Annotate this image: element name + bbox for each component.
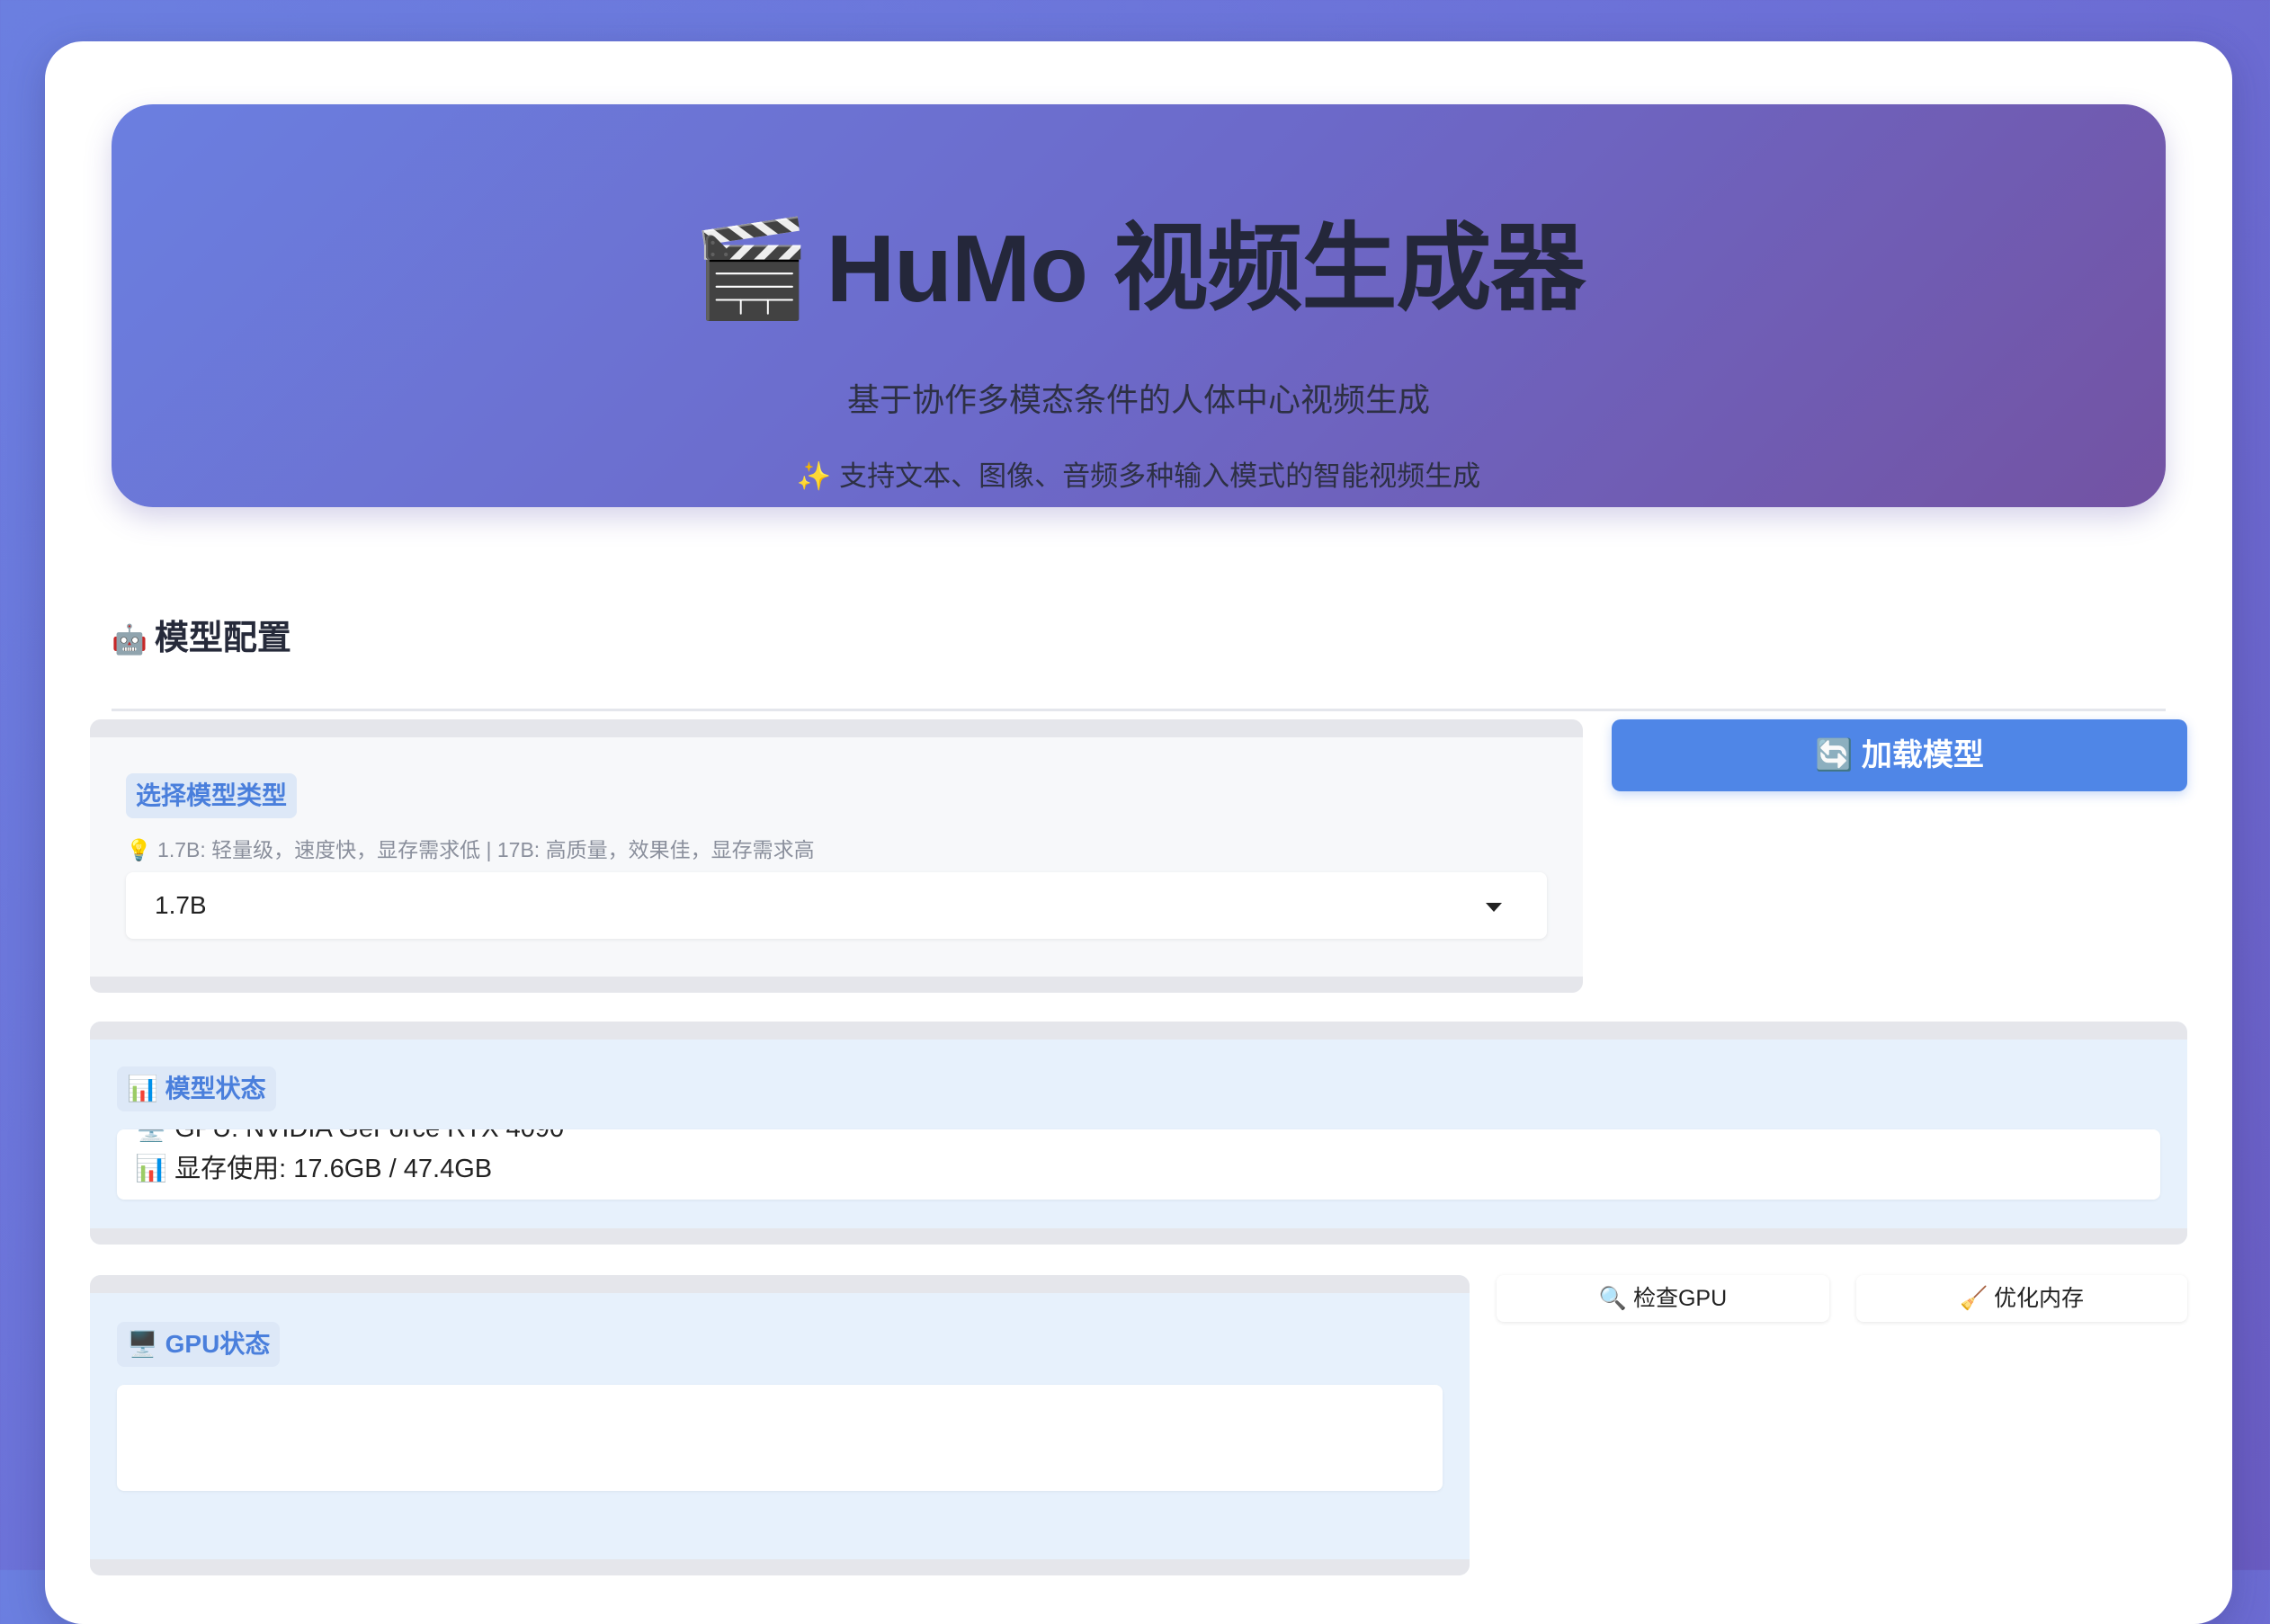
- page-description: ✨ 支持文本、图像、音频多种输入模式的智能视频生成: [796, 460, 1481, 492]
- check-gpu-button[interactable]: 🔍 检查GPU: [1497, 1275, 1829, 1322]
- model-type-select[interactable]: 1.7B: [126, 872, 1547, 939]
- chevron-down-icon: [1486, 903, 1502, 912]
- panel-top-bar: [90, 719, 1583, 737]
- status-line-gpu: 🖥️ GPU: NVIDIA GeForce RTX 4090: [135, 1129, 564, 1144]
- model-type-label: 选择模型类型: [126, 773, 298, 818]
- panel-top-bar: [90, 1022, 2187, 1040]
- main-container: 🎬 HuMo 视频生成器 基于协作多模态条件的人体中心视频生成 ✨ 支持文本、图像…: [45, 41, 2232, 1624]
- gpu-status-panel: 🖥️ GPU状态: [90, 1275, 1470, 1575]
- gpu-status-label: 🖥️ GPU状态: [117, 1322, 281, 1367]
- model-type-hint: 💡 1.7B: 轻量级，速度快，显存需求低 | 17B: 高质量，效果佳，显存需…: [126, 838, 815, 861]
- model-type-selected-value: 1.7B: [155, 891, 207, 919]
- model-status-panel: 📊 模型状态 🖥️ GPU: NVIDIA GeForce RTX 4090 📊…: [90, 1022, 2187, 1245]
- panel-top-bar: [90, 1275, 1470, 1293]
- status-line-memory: 📊 显存使用: 17.6GB / 47.4GB: [135, 1155, 493, 1183]
- panel-bottom-bar: [90, 977, 1583, 993]
- header-banner: 🎬 HuMo 视频生成器 基于协作多模态条件的人体中心视频生成 ✨ 支持文本、图像…: [112, 104, 2166, 507]
- robot-icon: 🤖: [112, 623, 147, 656]
- model-type-panel: 选择模型类型 💡 1.7B: 轻量级，速度快，显存需求低 | 17B: 高质量，…: [90, 719, 1583, 993]
- optimize-memory-button[interactable]: 🧹 优化内存: [1856, 1275, 2187, 1322]
- model-status-label: 📊 模型状态: [117, 1066, 276, 1111]
- section-divider: [112, 709, 2166, 711]
- gpu-status-textbox[interactable]: [117, 1385, 1443, 1491]
- panel-bottom-bar: [90, 1228, 2187, 1245]
- clapperboard-icon: 🎬: [692, 216, 811, 322]
- model-status-textbox[interactable]: 🖥️ GPU: NVIDIA GeForce RTX 4090 📊 显存使用: …: [117, 1129, 2160, 1200]
- page-subtitle: 基于协作多模态条件的人体中心视频生成: [846, 381, 1430, 418]
- panel-bottom-bar: [90, 1559, 1470, 1575]
- page-title: 🎬 HuMo 视频生成器: [112, 221, 2166, 317]
- page-title-text: HuMo 视频生成器: [826, 216, 1586, 322]
- section-title-model-config: 🤖 模型配置: [112, 610, 291, 659]
- load-model-button[interactable]: 🔄 加载模型: [1612, 719, 2187, 791]
- section-title-text: 模型配置: [154, 620, 291, 657]
